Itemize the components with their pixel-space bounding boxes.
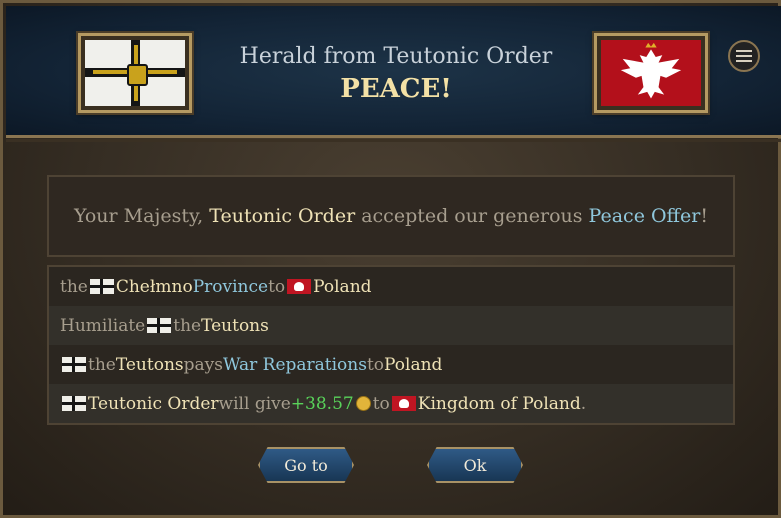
dialog-headline: PEACE!: [340, 74, 452, 104]
term-text: to: [372, 393, 390, 414]
message-middle: accepted our generous: [355, 205, 589, 227]
term-text: will give: [218, 393, 291, 414]
teutonic-flag-icon: [147, 318, 172, 333]
poland-flag-icon: [287, 279, 312, 294]
teutonic-flag-icon: [62, 396, 86, 411]
message-prefix: Your Majesty,: [73, 205, 210, 227]
term-text: to: [268, 276, 286, 297]
term-text: pays: [183, 354, 223, 375]
province-link[interactable]: Province: [193, 277, 268, 297]
herald-title: Herald from Teutonic Order: [239, 44, 553, 69]
gold-amount: +38.57: [290, 393, 354, 414]
target-nation[interactable]: Kingdom of Poland: [418, 394, 581, 414]
ok-button[interactable]: Ok: [427, 447, 523, 483]
goto-button[interactable]: Go to: [258, 447, 354, 483]
term-row: the Teutons pays War Reparations to Pola…: [49, 345, 733, 384]
target-nation[interactable]: Teutons: [201, 316, 269, 336]
white-eagle-icon: [620, 42, 682, 99]
herald-dialog: Herald from Teutonic Order PEACE! Your M…: [0, 0, 781, 518]
poland-flag-frame: [594, 33, 708, 113]
poland-flag-icon: [391, 396, 416, 411]
term-text: .: [580, 393, 587, 414]
gold-coin-icon: [355, 396, 371, 411]
term-text: the: [173, 315, 202, 336]
message-box: Your Majesty, Teutonic Order accepted ou…: [47, 175, 735, 257]
actor-nation[interactable]: Teutonic Order: [88, 394, 219, 414]
term-text: the: [88, 354, 116, 375]
province-name[interactable]: Chełmno: [116, 277, 193, 297]
term-text: to: [366, 354, 385, 375]
term-row: Humiliate the Teutons: [49, 306, 733, 345]
teutonic-flag-frame: [78, 33, 192, 113]
menu-button[interactable]: [728, 40, 760, 72]
term-row: the Chełmno Province to Poland: [49, 267, 733, 306]
target-nation[interactable]: Poland: [313, 277, 371, 297]
message-suffix: !: [700, 205, 709, 227]
target-nation[interactable]: Poland: [384, 355, 442, 375]
peace-offer-link[interactable]: Peace Offer: [589, 205, 701, 227]
war-reparations-link[interactable]: War Reparations: [223, 355, 367, 375]
poland-flag-icon: [601, 40, 701, 106]
message-text: Your Majesty, Teutonic Order accepted ou…: [74, 205, 708, 227]
teutonic-order-flag-icon: [85, 40, 185, 106]
teutonic-flag-icon: [89, 279, 114, 294]
actor-nation[interactable]: Teutons: [116, 355, 184, 375]
peace-terms-list: the Chełmno Province to Poland Humiliate…: [47, 265, 735, 425]
term-text: the: [60, 276, 88, 297]
term-text: Humiliate: [60, 315, 146, 336]
message-actor: Teutonic Order: [209, 205, 356, 227]
term-row: Teutonic Order will give +38.57 to Kingd…: [49, 384, 733, 423]
menu-icon: [736, 50, 752, 52]
dialog-header: Herald from Teutonic Order PEACE!: [6, 6, 781, 142]
teutonic-flag-icon: [62, 357, 86, 372]
